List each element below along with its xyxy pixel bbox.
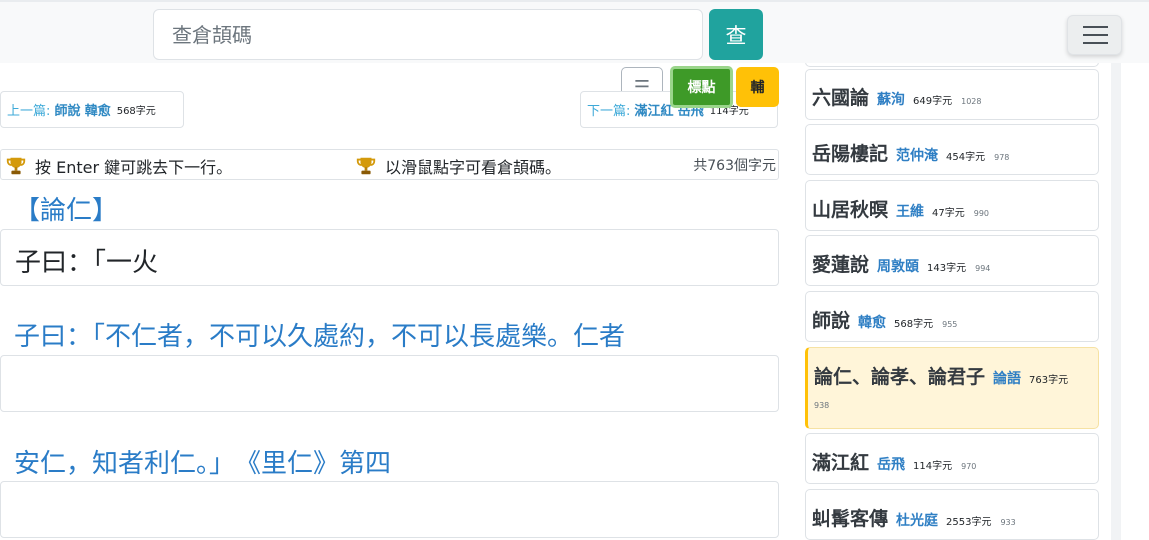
sidebar-scrollbar[interactable] bbox=[1111, 63, 1121, 540]
search-button[interactable]: 查 bbox=[709, 9, 763, 60]
list-item[interactable] bbox=[805, 63, 1099, 67]
prev-article-link[interactable]: 上一篇: 師說 韓愈 568字元 bbox=[0, 91, 184, 128]
list-item[interactable]: 滿江紅 岳飛 114字元 970 bbox=[805, 433, 1099, 484]
trophy-icon bbox=[6, 157, 26, 175]
total-char-count: 共763個字元 bbox=[693, 158, 776, 174]
enter-hint: 按 Enter 鍵可跳去下一行。 bbox=[5, 154, 232, 178]
hint-bar: 按 Enter 鍵可跳去下一行。 以滑鼠點字可看倉頡碼。 共763個字元 bbox=[0, 149, 779, 180]
mouse-hint: 以滑鼠點字可看倉頡碼。 bbox=[355, 154, 561, 178]
source-line-1[interactable]: 子曰：「不仁者，不可以久處約，不可以長處樂。仁者 bbox=[14, 316, 625, 353]
next-label: 下一篇: bbox=[587, 104, 631, 119]
source-line-2[interactable]: 安仁，知者利仁。」 《里仁》第四 bbox=[14, 443, 391, 480]
prev-author: 韓愈 bbox=[84, 104, 111, 119]
list-item[interactable]: 岳陽樓記 范仲淹 454字元 978 bbox=[805, 124, 1099, 175]
section-title: 【論仁】 bbox=[14, 196, 119, 226]
prev-title: 師說 bbox=[54, 104, 81, 119]
typing-input-line-1[interactable]: 子曰：「一火 bbox=[0, 229, 779, 286]
top-navbar: 查 bbox=[0, 0, 1149, 63]
cangjie-search-input[interactable] bbox=[153, 9, 703, 60]
prev-char-count: 568字元 bbox=[116, 106, 156, 117]
hamburger-menu-button[interactable] bbox=[1067, 15, 1122, 55]
article-list-sidebar: 六國論 蘇洵 649字元 1028 岳陽樓記 范仲淹 454字元 978 山居秋… bbox=[803, 63, 1111, 540]
typing-input-line-3[interactable] bbox=[0, 481, 779, 538]
typed-text: 子曰：「一火 bbox=[15, 248, 159, 278]
auxiliary-button[interactable]: 輔 bbox=[736, 67, 779, 107]
list-item[interactable]: 六國論 蘇洵 649字元 1028 bbox=[805, 69, 1099, 120]
next-title: 滿江紅 bbox=[634, 104, 674, 119]
typing-input-line-2[interactable] bbox=[0, 355, 779, 412]
list-item[interactable]: 愛蓮說 周敦頤 143字元 994 bbox=[805, 235, 1099, 286]
list-item[interactable]: 山居秋暝 王維 47字元 990 bbox=[805, 180, 1099, 231]
list-item[interactable]: 師說 韓愈 568字元 955 bbox=[805, 291, 1099, 342]
prev-label: 上一篇: bbox=[7, 104, 51, 119]
trophy-icon bbox=[356, 157, 376, 175]
list-item[interactable]: 虯髯客傳 杜光庭 2553字元 933 bbox=[805, 489, 1099, 540]
punctuation-toggle-button[interactable]: 標點 bbox=[670, 66, 733, 108]
list-item-active[interactable]: 論仁、論孝、論君子 論語 763字元 938 bbox=[805, 347, 1099, 429]
